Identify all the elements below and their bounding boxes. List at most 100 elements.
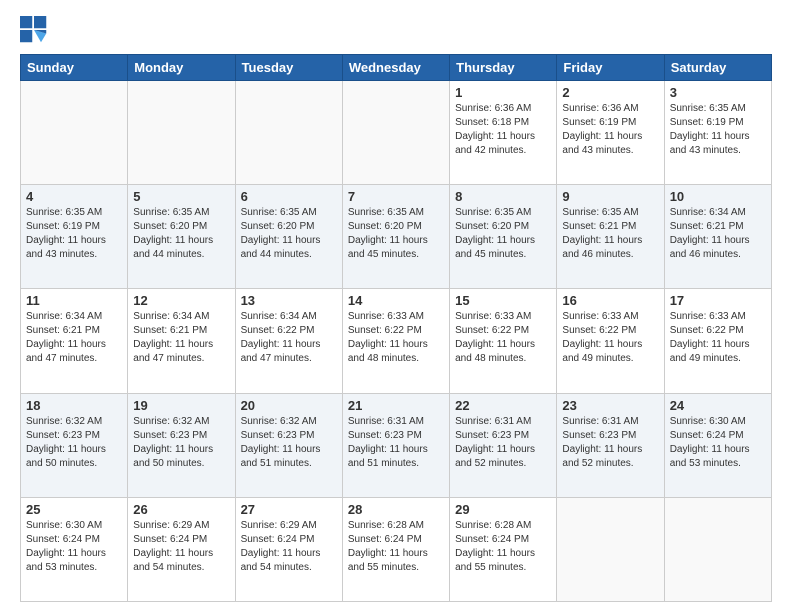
day-number: 8	[455, 189, 551, 204]
day-number: 7	[348, 189, 444, 204]
day-number: 10	[670, 189, 766, 204]
calendar-cell	[342, 81, 449, 185]
day-info: Sunrise: 6:33 AM Sunset: 6:22 PM Dayligh…	[348, 310, 444, 366]
calendar-cell: 17 Sunrise: 6:33 AM Sunset: 6:22 PM Dayli…	[664, 289, 771, 393]
col-monday: Monday	[128, 55, 235, 81]
day-info: Sunrise: 6:32 AM Sunset: 6:23 PM Dayligh…	[133, 415, 229, 471]
day-info: Sunrise: 6:35 AM Sunset: 6:19 PM Dayligh…	[26, 206, 122, 262]
day-info: Sunrise: 6:31 AM Sunset: 6:23 PM Dayligh…	[348, 415, 444, 471]
calendar-week-3: 18 Sunrise: 6:32 AM Sunset: 6:23 PM Dayli…	[21, 393, 772, 497]
day-info: Sunrise: 6:32 AM Sunset: 6:23 PM Dayligh…	[241, 415, 337, 471]
calendar-week-2: 11Sunrise: 6:34 AM Sunset: 6:21 PM Dayli…	[21, 289, 772, 393]
col-thursday: Thursday	[450, 55, 557, 81]
col-sunday: Sunday	[21, 55, 128, 81]
calendar-cell	[664, 497, 771, 601]
logo	[20, 16, 52, 44]
day-info: Sunrise: 6:35 AM Sunset: 6:20 PM Dayligh…	[133, 206, 229, 262]
calendar-cell: 7 Sunrise: 6:35 AM Sunset: 6:20 PM Daylig…	[342, 185, 449, 289]
calendar-week-4: 25 Sunrise: 6:30 AM Sunset: 6:24 PM Dayli…	[21, 497, 772, 601]
day-number: 17	[670, 293, 766, 308]
calendar-header: Sunday Monday Tuesday Wednesday Thursday…	[21, 55, 772, 81]
col-saturday: Saturday	[664, 55, 771, 81]
day-info: Sunrise: 6:29 AM Sunset: 6:24 PM Dayligh…	[133, 519, 229, 575]
day-number: 15	[455, 293, 551, 308]
day-number: 25	[26, 502, 122, 517]
col-wednesday: Wednesday	[342, 55, 449, 81]
day-info: Sunrise: 6:34 AM Sunset: 6:22 PM Dayligh…	[241, 310, 337, 366]
day-number: 14	[348, 293, 444, 308]
calendar-table: Sunday Monday Tuesday Wednesday Thursday…	[20, 54, 772, 602]
calendar-cell: 13 Sunrise: 6:34 AM Sunset: 6:22 PM Dayli…	[235, 289, 342, 393]
calendar-cell: 2 Sunrise: 6:36 AM Sunset: 6:19 PM Daylig…	[557, 81, 664, 185]
day-number: 19	[133, 398, 229, 413]
calendar-cell: 15 Sunrise: 6:33 AM Sunset: 6:22 PM Dayli…	[450, 289, 557, 393]
calendar-cell	[235, 81, 342, 185]
calendar-cell	[557, 497, 664, 601]
day-info: Sunrise: 6:36 AM Sunset: 6:18 PM Dayligh…	[455, 102, 551, 158]
day-number: 6	[241, 189, 337, 204]
day-number: 1	[455, 85, 551, 100]
calendar-cell: 1 Sunrise: 6:36 AM Sunset: 6:18 PM Daylig…	[450, 81, 557, 185]
day-number: 9	[562, 189, 658, 204]
col-tuesday: Tuesday	[235, 55, 342, 81]
day-number: 23	[562, 398, 658, 413]
day-info: Sunrise: 6:35 AM Sunset: 6:20 PM Dayligh…	[241, 206, 337, 262]
day-info: Sunrise: 6:32 AM Sunset: 6:23 PM Dayligh…	[26, 415, 122, 471]
day-number: 5	[133, 189, 229, 204]
calendar-cell: 16Sunrise: 6:33 AM Sunset: 6:22 PM Dayli…	[557, 289, 664, 393]
calendar-cell: 21 Sunrise: 6:31 AM Sunset: 6:23 PM Dayli…	[342, 393, 449, 497]
calendar-cell: 28Sunrise: 6:28 AM Sunset: 6:24 PM Dayli…	[342, 497, 449, 601]
day-info: Sunrise: 6:35 AM Sunset: 6:20 PM Dayligh…	[348, 206, 444, 262]
calendar-cell: 29 Sunrise: 6:28 AM Sunset: 6:24 PM Dayli…	[450, 497, 557, 601]
col-friday: Friday	[557, 55, 664, 81]
calendar-week-1: 4 Sunrise: 6:35 AM Sunset: 6:19 PM Daylig…	[21, 185, 772, 289]
day-info: Sunrise: 6:33 AM Sunset: 6:22 PM Dayligh…	[455, 310, 551, 366]
calendar-cell: 12 Sunrise: 6:34 AM Sunset: 6:21 PM Dayli…	[128, 289, 235, 393]
day-info: Sunrise: 6:33 AM Sunset: 6:22 PM Dayligh…	[562, 310, 658, 366]
calendar-cell: 6 Sunrise: 6:35 AM Sunset: 6:20 PM Daylig…	[235, 185, 342, 289]
day-info: Sunrise: 6:34 AM Sunset: 6:21 PM Dayligh…	[26, 310, 122, 366]
day-number: 12	[133, 293, 229, 308]
day-info: Sunrise: 6:34 AM Sunset: 6:21 PM Dayligh…	[133, 310, 229, 366]
calendar-cell: 18 Sunrise: 6:32 AM Sunset: 6:23 PM Dayli…	[21, 393, 128, 497]
day-info: Sunrise: 6:28 AM Sunset: 6:24 PM Dayligh…	[348, 519, 444, 575]
day-info: Sunrise: 6:30 AM Sunset: 6:24 PM Dayligh…	[26, 519, 122, 575]
calendar-cell: 4 Sunrise: 6:35 AM Sunset: 6:19 PM Daylig…	[21, 185, 128, 289]
day-number: 29	[455, 502, 551, 517]
calendar-cell: 14 Sunrise: 6:33 AM Sunset: 6:22 PM Dayli…	[342, 289, 449, 393]
day-number: 26	[133, 502, 229, 517]
day-info: Sunrise: 6:30 AM Sunset: 6:24 PM Dayligh…	[670, 415, 766, 471]
calendar-cell: 24Sunrise: 6:30 AM Sunset: 6:24 PM Dayli…	[664, 393, 771, 497]
calendar-cell: 23Sunrise: 6:31 AM Sunset: 6:23 PM Dayli…	[557, 393, 664, 497]
calendar-cell: 22 Sunrise: 6:31 AM Sunset: 6:23 PM Dayli…	[450, 393, 557, 497]
day-number: 20	[241, 398, 337, 413]
day-info: Sunrise: 6:36 AM Sunset: 6:19 PM Dayligh…	[562, 102, 658, 158]
day-info: Sunrise: 6:33 AM Sunset: 6:22 PM Dayligh…	[670, 310, 766, 366]
calendar-cell: 5 Sunrise: 6:35 AM Sunset: 6:20 PM Daylig…	[128, 185, 235, 289]
day-number: 22	[455, 398, 551, 413]
calendar-cell	[21, 81, 128, 185]
day-info: Sunrise: 6:28 AM Sunset: 6:24 PM Dayligh…	[455, 519, 551, 575]
page: Sunday Monday Tuesday Wednesday Thursday…	[0, 0, 792, 612]
calendar-cell: 11Sunrise: 6:34 AM Sunset: 6:21 PM Dayli…	[21, 289, 128, 393]
day-info: Sunrise: 6:35 AM Sunset: 6:21 PM Dayligh…	[562, 206, 658, 262]
day-info: Sunrise: 6:31 AM Sunset: 6:23 PM Dayligh…	[455, 415, 551, 471]
day-number: 13	[241, 293, 337, 308]
day-number: 18	[26, 398, 122, 413]
day-number: 21	[348, 398, 444, 413]
calendar-cell: 10Sunrise: 6:34 AM Sunset: 6:21 PM Dayli…	[664, 185, 771, 289]
day-info: Sunrise: 6:29 AM Sunset: 6:24 PM Dayligh…	[241, 519, 337, 575]
day-number: 27	[241, 502, 337, 517]
calendar-cell: 20 Sunrise: 6:32 AM Sunset: 6:23 PM Dayli…	[235, 393, 342, 497]
calendar-cell: 3Sunrise: 6:35 AM Sunset: 6:19 PM Daylig…	[664, 81, 771, 185]
calendar-week-0: 1 Sunrise: 6:36 AM Sunset: 6:18 PM Daylig…	[21, 81, 772, 185]
calendar-cell: 25 Sunrise: 6:30 AM Sunset: 6:24 PM Dayli…	[21, 497, 128, 601]
logo-icon	[20, 16, 48, 44]
header	[20, 16, 772, 44]
day-number: 2	[562, 85, 658, 100]
day-number: 4	[26, 189, 122, 204]
calendar-cell	[128, 81, 235, 185]
calendar-body: 1 Sunrise: 6:36 AM Sunset: 6:18 PM Daylig…	[21, 81, 772, 602]
day-info: Sunrise: 6:35 AM Sunset: 6:19 PM Dayligh…	[670, 102, 766, 158]
calendar-cell: 27 Sunrise: 6:29 AM Sunset: 6:24 PM Dayli…	[235, 497, 342, 601]
